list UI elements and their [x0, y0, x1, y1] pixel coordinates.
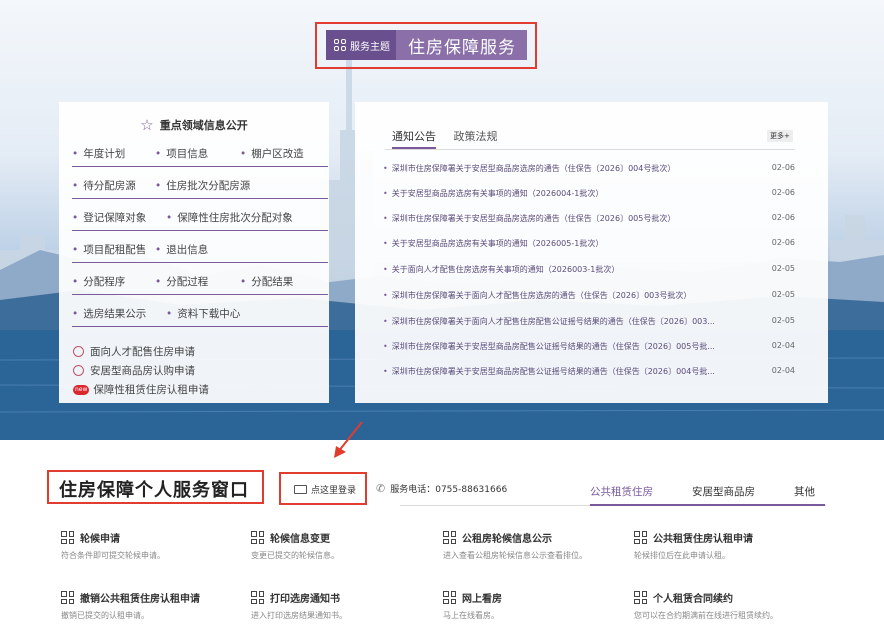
key-info-row: 分配程序 分配过程 分配结果: [72, 270, 328, 295]
circle-icon: [73, 365, 84, 376]
link-registered-objects[interactable]: 登记保障对象: [72, 210, 146, 225]
theme-title: 住房保障服务: [408, 37, 516, 58]
key-info-panel: ☆重点领域信息公开 年度计划 项目信息 棚户区改造 待分配房源 住房批次分配房源…: [59, 102, 329, 403]
star-icon: ☆: [140, 116, 154, 134]
service-phone: ✆ 服务电话：0755-88631666: [376, 482, 508, 495]
theme-tag[interactable]: 服务主题: [326, 30, 396, 60]
service-grid-icon: [251, 591, 264, 604]
key-info-row: 待分配房源 住房批次分配房源: [72, 174, 328, 199]
more-button[interactable]: 更多+: [767, 130, 793, 142]
news-item[interactable]: 深圳市住房保障署关于安居型商品房配售公证摇号结果的通告（住保告〔2026〕005…: [383, 341, 795, 353]
key-info-row: 项目配租配售 退出信息: [72, 238, 328, 263]
link-allocation-result[interactable]: 分配结果: [240, 274, 293, 289]
service-grid-icon: [634, 531, 647, 544]
service-grid-icon: [443, 591, 456, 604]
link-allocation-procedure[interactable]: 分配程序: [72, 274, 125, 289]
news-panel: 通知公告 政策法规 更多+ 深圳市住房保障署关于安居型商品房选房的通告（住保告〔…: [355, 102, 828, 403]
service-window-title-box: 住房保障个人服务窗口: [47, 470, 264, 504]
link-batch-housing[interactable]: 住房批次分配房源: [155, 178, 250, 193]
login-button[interactable]: 点这里登录: [294, 483, 356, 496]
news-item[interactable]: 关于安居型商品房选房有关事项的通知（2026004-1批次）02-06: [383, 188, 795, 200]
link-exit-info[interactable]: 退出信息: [155, 242, 208, 257]
grid-icon: [334, 39, 346, 51]
service-card[interactable]: 个人租赁合同续约 您可以在合约期满前在线进行租赁续约。: [634, 590, 814, 621]
circle-icon: [73, 346, 84, 357]
link-shantytown[interactable]: 棚户区改造: [240, 146, 304, 161]
service-grid-icon: [61, 531, 74, 544]
tab-anju-housing[interactable]: 安居型商品房: [692, 484, 755, 499]
service-card[interactable]: 轮候申请 符合条件即可提交轮候申请。: [61, 530, 241, 561]
link-anju-apply[interactable]: 安居型商品房认购申请: [73, 363, 195, 378]
news-item[interactable]: 深圳市住房保障署关于安居型商品房选房的通告（住保告〔2026〕004号批次）02…: [383, 163, 795, 175]
tab-policies[interactable]: 政策法规: [454, 130, 498, 143]
link-batch-objects[interactable]: 保障性住房批次分配对象: [166, 210, 293, 225]
link-annual-plan[interactable]: 年度计划: [72, 146, 125, 161]
news-item[interactable]: 深圳市住房保障署关于安居型商品房选房的通告（住保告〔2026〕005号批次）02…: [383, 213, 795, 225]
tab-public-rental[interactable]: 公共租赁住房: [590, 484, 653, 499]
link-project-info[interactable]: 项目信息: [155, 146, 208, 161]
link-selection-result[interactable]: 选房结果公示: [72, 306, 146, 321]
service-theme-banner: 服务主题 住房保障服务: [315, 22, 537, 69]
news-item[interactable]: 关于安居型商品房选房有关事项的通知（2026005-1批次）02-06: [383, 238, 795, 250]
service-grid-icon: [443, 531, 456, 544]
key-info-row: 年度计划 项目信息 棚户区改造: [72, 142, 328, 167]
service-grid-icon: [634, 591, 647, 604]
key-info-row: 登记保障对象 保障性住房批次分配对象: [72, 206, 328, 231]
arrow-annotation-icon: [334, 421, 363, 458]
service-card[interactable]: 公共租赁住房认租申请 轮候排位后在此申请认租。: [634, 530, 814, 561]
service-card[interactable]: 网上看房 马上在线看房。: [443, 590, 623, 621]
link-rental-apply[interactable]: new 保障性租赁住房认租申请: [73, 382, 209, 397]
service-window-title: 住房保障个人服务窗口: [59, 480, 249, 501]
login-button-box: 点这里登录: [279, 472, 367, 505]
divider: [385, 149, 795, 150]
service-card[interactable]: 公租房轮候信息公示 进入查看公租房轮候信息公示查看排位。: [443, 530, 623, 561]
news-item[interactable]: 深圳市住房保障署关于安居型商品房配售公证摇号结果的通告（住保告〔2026〕004…: [383, 366, 795, 378]
service-grid-icon: [251, 531, 264, 544]
key-info-row: 选房结果公示 资料下载中心: [72, 302, 328, 327]
tab-other[interactable]: 其他: [794, 484, 815, 499]
key-info-heading: ☆ 重点领域信息公开: [140, 116, 248, 134]
service-card[interactable]: 打印选房通知书 进入打印选房结果通知书。: [251, 590, 431, 621]
service-card[interactable]: 轮候信息变更 变更已提交的轮候信息。: [251, 530, 431, 561]
tab-notices[interactable]: 通知公告: [392, 130, 436, 149]
phone-icon: ✆: [376, 482, 386, 495]
link-download-center[interactable]: 资料下载中心: [166, 306, 240, 321]
link-talent-housing-apply[interactable]: 面向人才配售住房申请: [73, 344, 195, 359]
service-grid-icon: [61, 591, 74, 604]
active-tab-indicator: [590, 504, 825, 506]
service-card[interactable]: 撤销公共租赁住房认租申请 撤销已提交的认租申请。: [61, 590, 241, 621]
monitor-icon: [294, 485, 307, 494]
link-allocation-process[interactable]: 分配过程: [155, 274, 208, 289]
link-rent-sale[interactable]: 项目配租配售: [72, 242, 146, 257]
news-item[interactable]: 深圳市住房保障署关于面向人才配售住房配售公证摇号结果的通告（住保告〔2026〕0…: [383, 316, 795, 328]
theme-tag-label: 服务主题: [350, 41, 390, 53]
news-item[interactable]: 深圳市住房保障署关于面向人才配售住房选房的通告（住保告〔2026〕003号批次）…: [383, 290, 795, 302]
link-pending-housing[interactable]: 待分配房源: [72, 178, 136, 193]
hero-banner: 服务主题 住房保障服务 ☆重点领域信息公开 年度计划 项目信息 棚户区改造 待分…: [0, 0, 884, 440]
new-badge-icon: new: [73, 384, 90, 395]
news-item[interactable]: 关于面向人才配售住房选房有关事项的通知（2026003-1批次）02-05: [383, 264, 795, 276]
news-tabs: 通知公告 政策法规: [392, 128, 512, 149]
